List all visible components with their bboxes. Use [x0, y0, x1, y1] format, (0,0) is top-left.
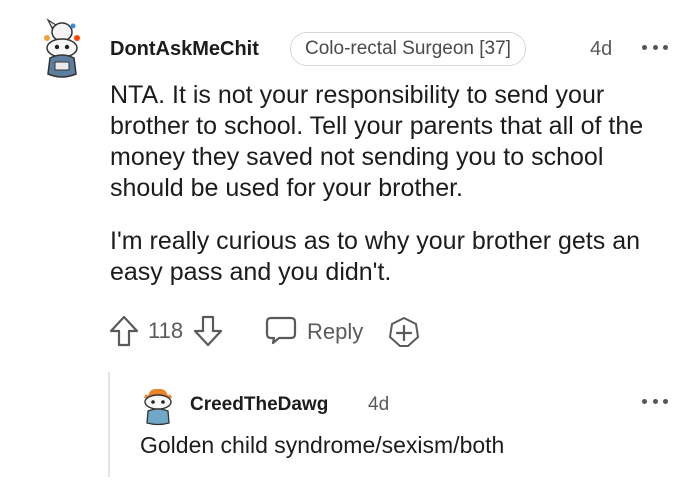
- reply-avatar[interactable]: [140, 386, 176, 426]
- more-options-icon[interactable]: [642, 42, 668, 52]
- reply-username[interactable]: CreedTheDawg: [190, 394, 328, 416]
- vote-score: 118: [148, 318, 184, 343]
- more-options-icon[interactable]: [642, 396, 668, 406]
- thread-line[interactable]: [108, 372, 110, 477]
- reply-label: Reply: [307, 319, 364, 344]
- comment-paragraph-2: I'm really curious as to why your brothe…: [110, 227, 641, 286]
- reply-timestamp[interactable]: 4d: [368, 394, 389, 416]
- avatar[interactable]: [38, 18, 86, 80]
- award-plus-icon[interactable]: [388, 316, 420, 348]
- reply-button[interactable]: Reply: [265, 316, 363, 348]
- speech-bubble-icon: [265, 315, 297, 350]
- comment-timestamp[interactable]: 4d: [590, 38, 612, 61]
- comment-paragraph-1: NTA. It is not your responsibility to se…: [110, 81, 644, 202]
- upvote-arrow-icon[interactable]: [108, 314, 140, 348]
- user-flair: Colo-rectal Surgeon [37]: [290, 32, 526, 66]
- comment-username[interactable]: DontAskMeChit: [110, 38, 259, 61]
- downvote-arrow-icon[interactable]: [192, 314, 224, 348]
- reply-text: Golden child syndrome/sexism/both: [140, 432, 505, 458]
